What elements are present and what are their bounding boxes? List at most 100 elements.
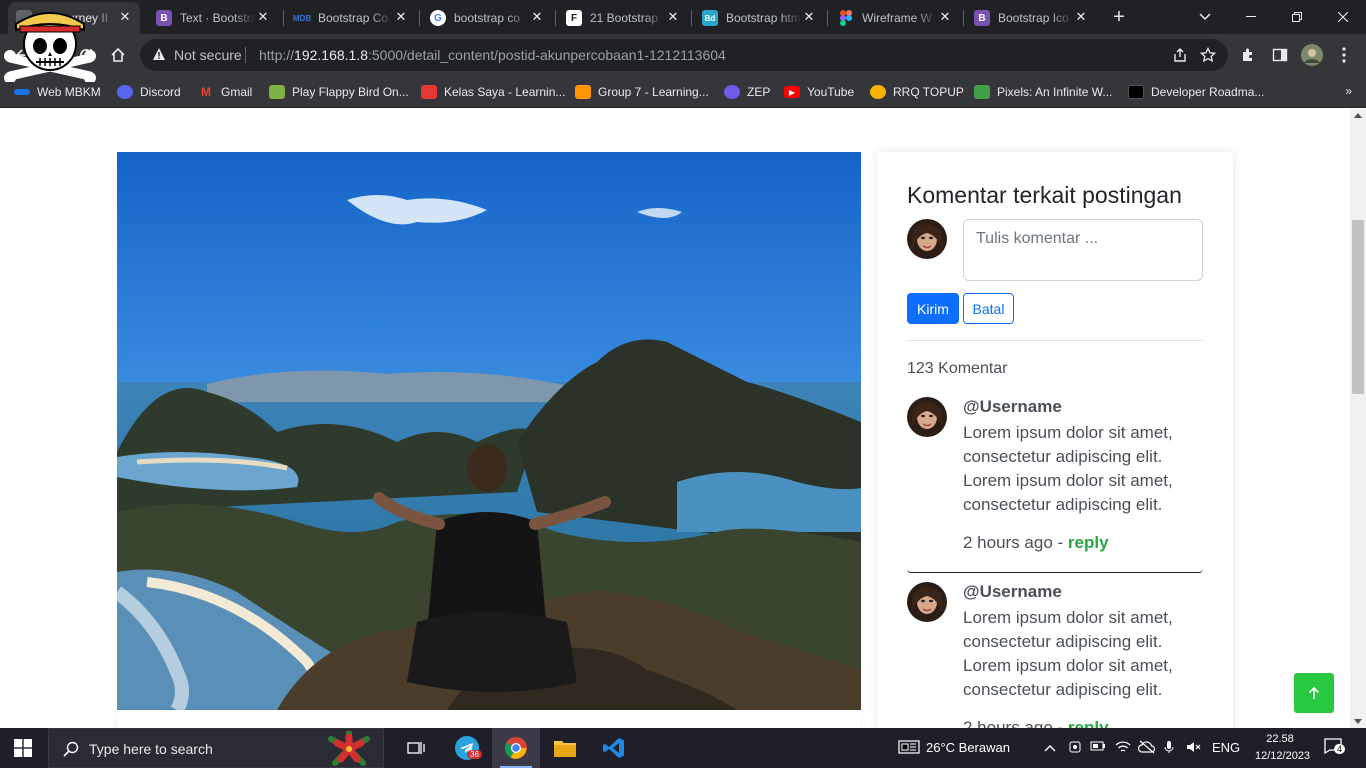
- divider: [907, 340, 1203, 341]
- gmail-icon: M: [201, 85, 211, 99]
- bookmark-rrq-topup[interactable]: RRQ TOPUP: [870, 83, 964, 101]
- side-panel-icon[interactable]: [1268, 43, 1292, 67]
- close-window-icon[interactable]: [1320, 0, 1366, 34]
- close-icon[interactable]: ✕: [256, 10, 270, 24]
- weather-text: 26°C Berawan: [926, 740, 1010, 755]
- minimize-icon[interactable]: [1228, 0, 1274, 34]
- system-clock[interactable]: 22.58 12/12/2023: [1255, 731, 1310, 765]
- show-hidden-icons-chevron[interactable]: [1044, 740, 1056, 755]
- wifi-icon[interactable]: [1115, 740, 1131, 757]
- url-text[interactable]: http://192.168.1.8:5000/detail_content/p…: [259, 47, 726, 63]
- bookmark-discord[interactable]: Discord: [117, 83, 181, 101]
- bookmark-label: Pixels: An Infinite W...: [997, 85, 1113, 99]
- close-icon[interactable]: ✕: [666, 10, 680, 24]
- bookmark-label: Group 7 - Learning...: [598, 85, 709, 99]
- close-icon[interactable]: ✕: [1074, 10, 1088, 24]
- close-icon[interactable]: ✕: [938, 10, 952, 24]
- share-icon[interactable]: [1172, 47, 1188, 68]
- bookmark-group-7[interactable]: Group 7 - Learning...: [575, 83, 709, 101]
- file-explorer-icon[interactable]: [541, 728, 589, 768]
- close-icon[interactable]: ✕: [394, 10, 408, 24]
- tab-bootstrap-html[interactable]: Bd Bootstrap htm ✕: [694, 2, 824, 34]
- bookmark-gmail[interactable]: M Gmail: [198, 83, 252, 101]
- reply-link[interactable]: reply: [1068, 718, 1109, 728]
- bookmark-label: Developer Roadma...: [1151, 85, 1265, 99]
- close-icon[interactable]: ✕: [118, 10, 132, 24]
- security-label[interactable]: Not secure: [174, 47, 242, 63]
- notification-count: 4: [1334, 744, 1346, 754]
- google-icon: G: [430, 10, 446, 26]
- scroll-up-arrow-icon[interactable]: [1354, 113, 1362, 118]
- home-icon[interactable]: [106, 43, 130, 67]
- submit-comment-button[interactable]: Kirim: [907, 293, 959, 324]
- comment-input[interactable]: [963, 219, 1203, 281]
- close-icon[interactable]: ✕: [530, 10, 544, 24]
- tab-bootstrap-co[interactable]: MDB Bootstrap Co ✕: [286, 2, 416, 34]
- kelas-icon: [421, 85, 437, 99]
- language-indicator[interactable]: ENG: [1212, 740, 1240, 755]
- speaker-muted-icon[interactable]: [1186, 740, 1202, 757]
- scroll-down-arrow-icon[interactable]: [1354, 719, 1362, 724]
- task-view-icon[interactable]: [392, 728, 440, 768]
- tab-text-bootstrap[interactable]: B Text · Bootstrap ✕: [148, 2, 278, 34]
- scroll-to-top-button[interactable]: [1294, 673, 1334, 713]
- tab-separator: [827, 10, 828, 26]
- reply-link[interactable]: reply: [1068, 533, 1109, 552]
- vscode-icon[interactable]: [590, 728, 638, 768]
- bookmark-zep[interactable]: ZEP: [724, 83, 770, 101]
- weather-widget[interactable]: 26°C Berawan: [898, 740, 1010, 755]
- kebab-menu-icon[interactable]: [1332, 43, 1356, 67]
- bookmark-kelas-saya[interactable]: Kelas Saya - Learnin...: [421, 83, 565, 101]
- meta-separator: -: [1052, 533, 1068, 552]
- cancel-comment-button[interactable]: Batal: [963, 293, 1014, 324]
- taskbar-search-box[interactable]: Type here to search: [48, 728, 384, 768]
- scrollbar-thumb[interactable]: [1352, 220, 1364, 394]
- cloud-offline-icon[interactable]: [1137, 740, 1156, 757]
- page-scrollbar[interactable]: [1350, 109, 1366, 728]
- battery-icon[interactable]: [1090, 740, 1106, 755]
- tab-title: Bootstrap Ico: [998, 11, 1069, 25]
- telegram-icon[interactable]: 36: [443, 728, 491, 768]
- windows-start-icon[interactable]: [14, 739, 32, 762]
- address-bar[interactable]: Not secure http://192.168.1.8:5000/detai…: [140, 39, 1228, 71]
- bookmark-pixels[interactable]: Pixels: An Infinite W...: [974, 83, 1112, 101]
- mdb-icon: MDB: [292, 13, 312, 23]
- post-card-footer: [117, 710, 861, 728]
- bd-icon: Bd: [702, 10, 718, 26]
- profile-avatar[interactable]: [1300, 43, 1324, 67]
- tab-separator: [691, 10, 692, 26]
- browser-tab-strip: DeJourney II ✕ B Text · Bootstrap ✕ MDB …: [0, 0, 1366, 34]
- flappy-bird-icon: [269, 85, 285, 99]
- bookmark-star-icon[interactable]: [1199, 46, 1217, 68]
- chrome-taskbar-icon[interactable]: [492, 728, 540, 768]
- tab-separator: [419, 10, 420, 26]
- tab-wireframe[interactable]: Wireframe W ✕: [830, 2, 960, 34]
- bookmark-youtube[interactable]: ▶ YouTube: [784, 83, 854, 101]
- comment-username[interactable]: @Username: [963, 582, 1062, 602]
- zep-icon: [724, 85, 740, 99]
- meet-now-icon[interactable]: [1068, 740, 1082, 757]
- bookmark-developer-roadmap[interactable]: Developer Roadma...: [1128, 83, 1264, 101]
- new-tab-plus-icon[interactable]: +: [1109, 7, 1129, 27]
- bookmark-flappy-bird[interactable]: Play Flappy Bird On...: [269, 83, 409, 101]
- comment-time: 2 hours ago: [963, 533, 1053, 552]
- tab-21-bootstrap[interactable]: F 21 Bootstrap ✕: [558, 2, 688, 34]
- bookmark-label: Kelas Saya - Learnin...: [444, 85, 566, 99]
- comment-username[interactable]: @Username: [963, 397, 1062, 417]
- bookmark-label: Gmail: [221, 85, 253, 99]
- extensions-puzzle-icon[interactable]: [1236, 43, 1260, 67]
- microphone-icon[interactable]: [1164, 740, 1174, 757]
- commenter-avatar: [907, 582, 947, 622]
- tab-search-chevron-icon[interactable]: [1182, 0, 1228, 34]
- bookmarks-overflow-chevron[interactable]: »: [1345, 84, 1352, 98]
- tab-separator: [283, 10, 284, 26]
- warning-triangle-icon[interactable]: [152, 47, 166, 66]
- bookmark-web-mbkm[interactable]: Web MBKM: [14, 83, 101, 101]
- bootstrap-icon: B: [974, 10, 990, 26]
- tab-bootstrap-icons[interactable]: B Bootstrap Ico ✕: [966, 2, 1096, 34]
- notifications-icon[interactable]: 4: [1324, 738, 1346, 757]
- tab-google-bootstrap[interactable]: G bootstrap co ✕: [422, 2, 552, 34]
- windows-taskbar: Type here to search 36 26°C Berawan ENG …: [0, 728, 1366, 768]
- restore-icon[interactable]: [1274, 0, 1320, 34]
- close-icon[interactable]: ✕: [802, 10, 816, 24]
